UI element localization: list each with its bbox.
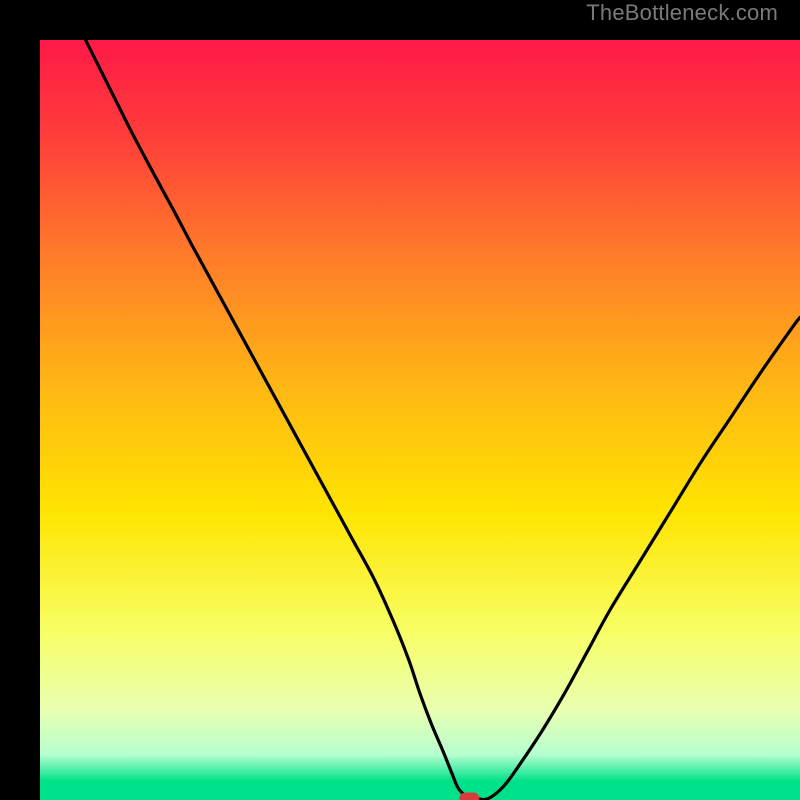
bottleneck-chart [40, 40, 800, 800]
chart-frame [20, 20, 780, 780]
watermark-text: TheBottleneck.com [586, 0, 778, 26]
optimal-marker [459, 792, 479, 800]
gradient-background [40, 40, 800, 800]
